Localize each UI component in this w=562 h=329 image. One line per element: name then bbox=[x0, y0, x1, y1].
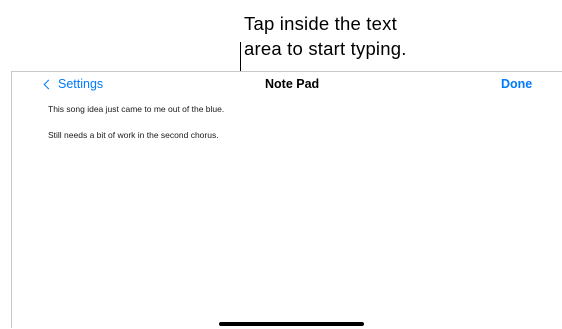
callout-line-2: area to start typing. bbox=[244, 38, 407, 59]
navigation-bar: Settings Note Pad Done bbox=[12, 72, 562, 98]
callout-annotation: Tap inside the text area to start typing… bbox=[244, 11, 474, 61]
note-line: This song idea just came to me out of th… bbox=[48, 104, 225, 114]
note-line: Still needs a bit of work in the second … bbox=[48, 130, 219, 140]
device-screen: Settings Note Pad Done This song idea ju… bbox=[11, 71, 562, 328]
page-title: Note Pad bbox=[265, 77, 320, 91]
note-text-area[interactable]: This song idea just came to me out of th… bbox=[12, 98, 562, 329]
done-button[interactable]: Done bbox=[501, 77, 532, 91]
home-indicator[interactable] bbox=[219, 322, 364, 326]
back-button[interactable]: Settings bbox=[43, 77, 104, 91]
callout-line-1: Tap inside the text bbox=[244, 13, 397, 34]
chevron-left-icon bbox=[43, 79, 54, 90]
back-button-label: Settings bbox=[58, 77, 104, 91]
